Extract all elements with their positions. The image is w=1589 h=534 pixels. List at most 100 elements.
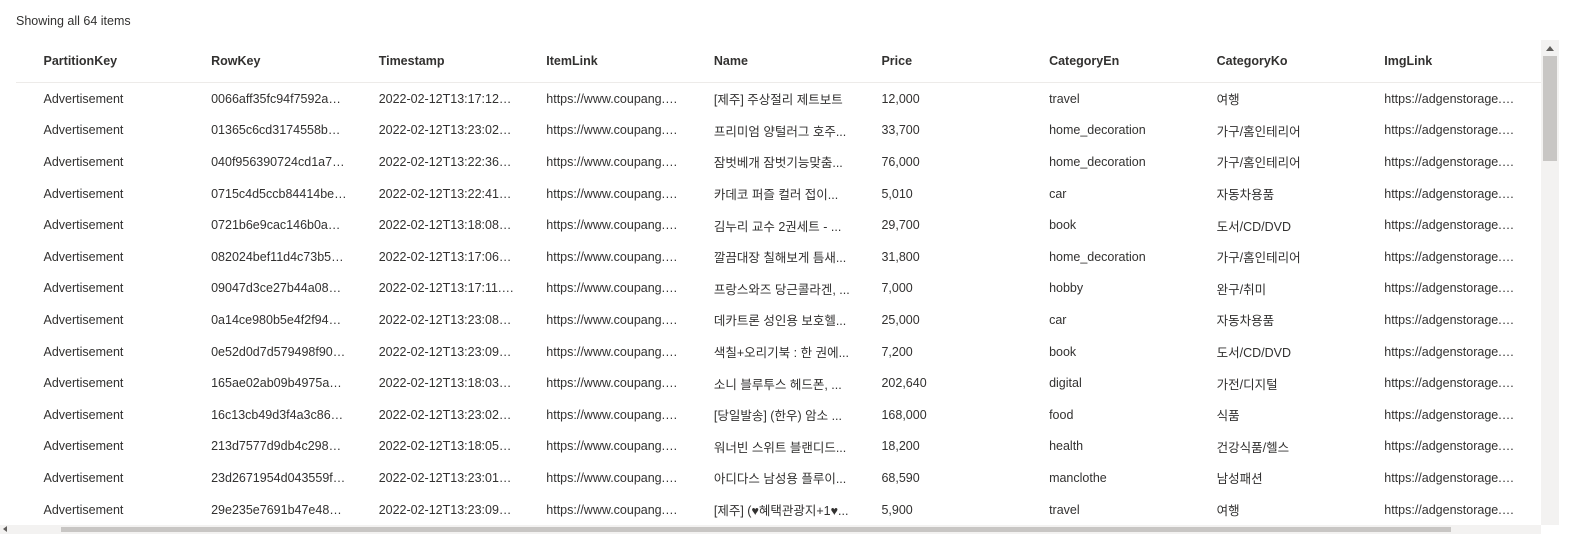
cell-timestamp: 2022-02-12T13:18:08.10... (378, 218, 519, 233)
horizontal-scrollbar[interactable] (0, 525, 1541, 534)
cell-rowkey: 23d2671954d043559fd1... (211, 470, 352, 485)
table-row[interactable]: Advertisement 0a14ce980b5e4f2f941e0... 202… (16, 304, 1541, 336)
cell-imglink: https://adgenstorage.bl... (1384, 344, 1522, 359)
cell-timestamp: 2022-02-12T13:23:01.57... (378, 470, 519, 485)
column-header-name[interactable]: Name (686, 54, 854, 68)
cell-timestamp: 2022-02-12T13:23:09.55... (378, 502, 519, 517)
cell-name: 소니 블루투스 헤드폰, ... (713, 377, 842, 392)
cell-name: 데카트론 성인용 보호헬... (713, 314, 847, 329)
cell-categoryko: 식품 (1216, 409, 1240, 424)
column-header-partitionkey[interactable]: PartitionKey (16, 54, 184, 68)
cell-imglink: https://adgenstorage.bl... (1384, 186, 1522, 201)
cell-partitionkey: Advertisement (43, 344, 124, 359)
cell-rowkey: 01365c6cd3174558bacc... (211, 123, 352, 138)
scroll-up-arrow-icon[interactable] (1546, 46, 1554, 51)
cell-partitionkey: Advertisement (43, 218, 124, 233)
column-header-price[interactable]: Price (854, 54, 1022, 68)
cell-partitionkey: Advertisement (43, 154, 124, 169)
cell-partitionkey: Advertisement (43, 502, 124, 517)
cell-itemlink: https://www.coupang.co... (546, 439, 687, 454)
cell-price: 18,200 (881, 439, 920, 454)
cell-price: 25,000 (881, 312, 920, 327)
cell-price: 7,000 (881, 281, 913, 296)
cell-categoryen: car (1049, 312, 1067, 327)
cell-name: 김누리 교수 2권세트 - ... (713, 219, 842, 234)
cell-imglink: https://adgenstorage.bl... (1384, 407, 1522, 422)
cell-timestamp: 2022-02-12T13:17:12.68... (378, 91, 519, 106)
vertical-scrollbar[interactable] (1541, 40, 1559, 525)
cell-name: 프리미엄 양털러그 호주... (713, 124, 847, 139)
cell-rowkey: 0e52d0d7d579498f90f4... (211, 344, 352, 359)
table-row[interactable]: Advertisement 0715c4d5ccb84414be4a... 2022… (16, 178, 1541, 210)
column-header-categoryko[interactable]: CategoryKo (1189, 54, 1357, 68)
cell-price: 68,590 (881, 470, 920, 485)
cell-name: 카데코 퍼즐 컬러 접이... (713, 188, 839, 203)
cell-partitionkey: Advertisement (43, 470, 124, 485)
cell-timestamp: 2022-02-12T13:17:11.13... (378, 281, 519, 296)
cell-name: 아디다스 남성용 플루이... (713, 472, 847, 487)
cell-rowkey: 0721b6e9cac146b0a486... (211, 218, 352, 233)
cell-categoryko: 건강식품/헬스 (1216, 440, 1290, 455)
cell-imglink: https://adgenstorage.bl... (1384, 439, 1522, 454)
cell-categoryko: 가구/홈인테리어 (1216, 156, 1301, 171)
cell-partitionkey: Advertisement (43, 439, 124, 454)
table-row[interactable]: Advertisement 0066aff35fc94f7592a37... 202… (16, 83, 1541, 115)
cell-name: [제주] (♥혜택관광지+1♥... (713, 504, 849, 519)
cell-categoryen: hobby (1049, 281, 1084, 296)
cell-categoryen: book (1049, 218, 1077, 233)
table-row[interactable]: Advertisement 01365c6cd3174558bacc... 2022… (16, 115, 1541, 147)
cell-itemlink: https://www.coupang.co... (546, 249, 687, 264)
cell-timestamp: 2022-02-12T13:23:08.54... (378, 312, 519, 327)
table-row[interactable]: Advertisement 0721b6e9cac146b0a486... 2022… (16, 209, 1541, 241)
cell-itemlink: https://www.coupang.co... (546, 91, 687, 106)
cell-imglink: https://adgenstorage.bl... (1384, 470, 1522, 485)
cell-imglink: https://adgenstorage.bl... (1384, 218, 1522, 233)
table-body: Advertisement 0066aff35fc94f7592a37... 202… (16, 83, 1541, 525)
table-row[interactable]: Advertisement 09047d3ce27b44a08db... 2022-… (16, 273, 1541, 305)
cell-partitionkey: Advertisement (43, 312, 124, 327)
cell-imglink: https://adgenstorage.bl... (1384, 312, 1522, 327)
vertical-scroll-thumb[interactable] (1543, 56, 1557, 161)
column-header-itemlink[interactable]: ItemLink (519, 54, 687, 68)
column-header-timestamp[interactable]: Timestamp (351, 54, 519, 68)
cell-timestamp: 2022-02-12T13:17:06.64... (378, 249, 519, 264)
table-row[interactable]: Advertisement 16c13cb49d3f4a3c8621... 2022… (16, 399, 1541, 431)
cell-categoryko: 가전/디지털 (1216, 377, 1278, 392)
column-header-categoryen[interactable]: CategoryEn (1022, 54, 1190, 68)
table-row[interactable]: Advertisement 23d2671954d043559fd1... 2022… (16, 462, 1541, 494)
table-row[interactable]: Advertisement 213d7577d9db4c298a0... 2022-… (16, 431, 1541, 463)
cell-partitionkey: Advertisement (43, 186, 124, 201)
cell-categoryko: 자동차용품 (1216, 314, 1275, 329)
column-header-rowkey[interactable]: RowKey (184, 54, 352, 68)
horizontal-scroll-thumb[interactable] (61, 527, 1451, 532)
cell-rowkey: 040f956390724cd1a719... (211, 154, 352, 169)
cell-categoryko: 도서/CD/DVD (1216, 219, 1292, 234)
table-row[interactable]: Advertisement 29e235e7691b47e48eab... 2022… (16, 494, 1541, 525)
table-header: PartitionKey RowKey Timestamp ItemLink Name P… (16, 40, 1541, 83)
cell-price: 33,700 (881, 123, 920, 138)
cell-categoryen: digital (1049, 376, 1082, 391)
scroll-left-arrow-icon[interactable] (3, 526, 7, 532)
cell-rowkey: 16c13cb49d3f4a3c8621... (211, 407, 352, 422)
cell-timestamp: 2022-02-12T13:18:05.62... (378, 439, 519, 454)
cell-imglink: https://adgenstorage.bl... (1384, 154, 1522, 169)
cell-rowkey: 082024bef11d4c73b5ba... (211, 249, 352, 264)
cell-rowkey: 0066aff35fc94f7592a37... (211, 91, 352, 106)
table-row[interactable]: Advertisement 165ae02ab09b4975a969... 2022… (16, 367, 1541, 399)
table-row[interactable]: Advertisement 040f956390724cd1a719... 2022… (16, 146, 1541, 178)
cell-categoryen: home_decoration (1049, 154, 1146, 169)
cell-categoryen: travel (1049, 91, 1080, 106)
cell-itemlink: https://www.coupang.co... (546, 218, 687, 233)
cell-itemlink: https://www.coupang.co... (546, 470, 687, 485)
cell-rowkey: 0715c4d5ccb84414be4a... (211, 186, 352, 201)
cell-price: 76,000 (881, 154, 920, 169)
table-row[interactable]: Advertisement 0e52d0d7d579498f90f4... 2022… (16, 336, 1541, 368)
column-header-imglink[interactable]: ImgLink (1357, 54, 1525, 68)
cell-price: 12,000 (881, 91, 920, 106)
cell-rowkey: 213d7577d9db4c298a0... (211, 439, 352, 454)
cell-name: [제주] 주상절리 제트보트 (713, 93, 843, 108)
cell-rowkey: 29e235e7691b47e48eab... (211, 502, 352, 517)
cell-imglink: https://adgenstorage.bl... (1384, 249, 1522, 264)
cell-itemlink: https://www.coupang.co... (546, 502, 687, 517)
table-row[interactable]: Advertisement 082024bef11d4c73b5ba... 2022… (16, 241, 1541, 273)
